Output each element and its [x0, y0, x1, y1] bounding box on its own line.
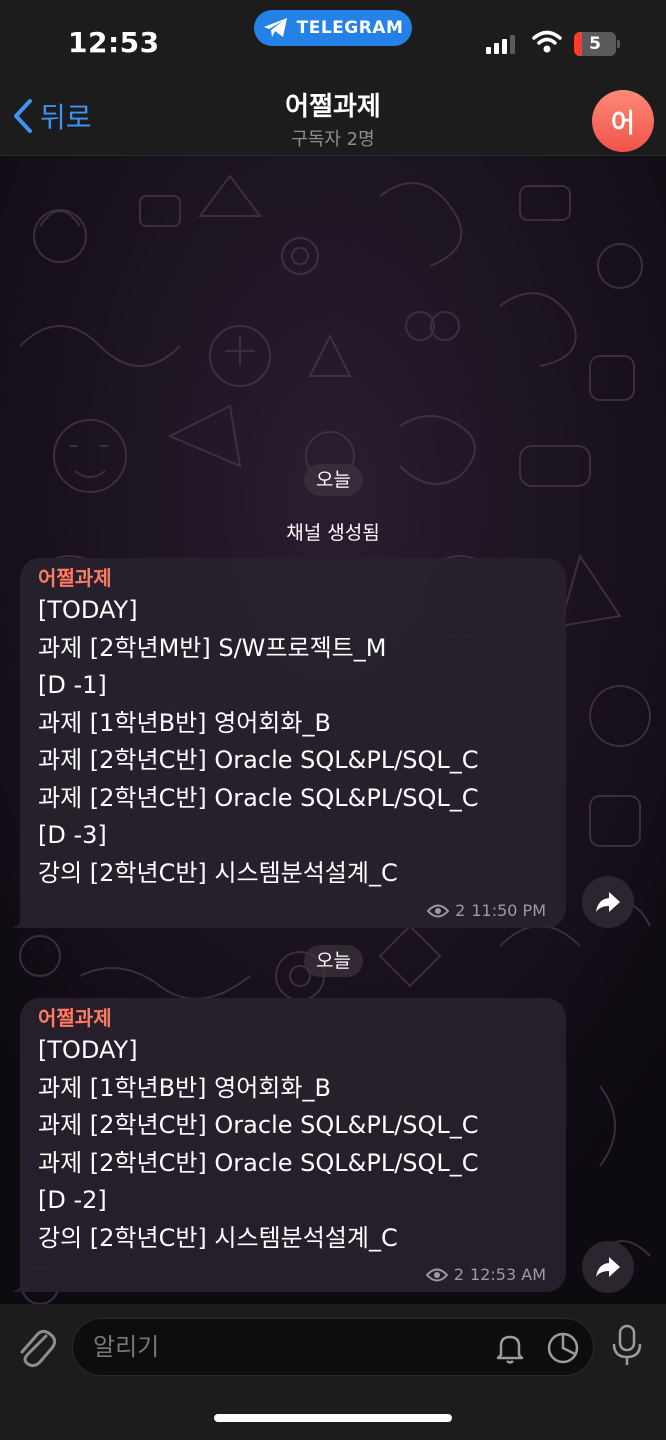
message-bubble[interactable]: 어쩔과제 [TODAY] 과제 [1학년B반] 영어회화_B 과제 [2학년C반…	[12, 998, 566, 1292]
telegram-pill-label: TELEGRAM	[296, 18, 404, 38]
message-line: 과제 [1학년B반] 영어회화_B	[38, 708, 331, 737]
message-meta: 2 12:53 AM	[425, 1265, 546, 1284]
share-arrow-icon	[596, 1257, 620, 1277]
broadcast-input[interactable]	[93, 1319, 473, 1375]
message-time: 12:53 AM	[470, 1265, 546, 1284]
chat-title-area[interactable]: 어쩔과제 구독자 2명	[183, 86, 483, 151]
status-bar: 12:53 TELEGRAM 5	[0, 0, 666, 80]
message-line: [D -3]	[38, 821, 107, 849]
message-line: [D -2]	[38, 1186, 107, 1214]
message-line: 강의 [2학년C반] 시스템분석설계_C	[38, 858, 398, 887]
home-indicator[interactable]	[214, 1414, 452, 1422]
message-bubble[interactable]: 어쩔과제 [TODAY] 과제 [2학년M반] S/W프로젝트_M [D -1]…	[12, 558, 566, 928]
chevron-left-icon	[14, 99, 32, 133]
message-line: [TODAY]	[38, 596, 138, 624]
message-line: 과제 [2학년C반] Oracle SQL&PL/SQL_C	[38, 1111, 479, 1139]
service-message: 채널 생성됨	[286, 522, 380, 544]
back-label: 뒤로	[40, 101, 92, 134]
channel-avatar[interactable]: 어	[592, 90, 654, 152]
bubble-tail	[12, 1276, 28, 1292]
message-sender: 어쩔과제	[38, 566, 112, 590]
view-count: 2	[455, 901, 466, 920]
message-sender: 어쩔과제	[38, 1006, 112, 1030]
eye-icon	[425, 1268, 448, 1281]
forward-button[interactable]	[582, 876, 634, 928]
message-line: 강의 [2학년C반] 시스템분석설계_C	[38, 1223, 398, 1252]
view-count: 2	[453, 1265, 465, 1284]
forward-button[interactable]	[582, 1241, 634, 1293]
message-line: 과제 [2학년C반] Oracle SQL&PL/SQL_C	[38, 746, 479, 774]
message-text: [TODAY] 과제 [2학년M반] S/W프로젝트_M [D -1] 과제 […	[38, 592, 548, 892]
wifi-icon	[532, 30, 562, 53]
message-line: [TODAY]	[38, 1036, 138, 1064]
telegram-return-pill[interactable]: TELEGRAM	[254, 10, 412, 46]
paper-plane-icon	[263, 18, 287, 37]
timer-icon[interactable]	[545, 1330, 581, 1366]
chat-title: 어쩔과제	[285, 92, 381, 122]
microphone-icon[interactable]	[610, 1324, 644, 1368]
clock: 12:53	[68, 26, 160, 59]
message-line: 과제 [2학년C반] Oracle SQL&PL/SQL_C	[38, 783, 479, 812]
battery-icon: 5	[574, 32, 620, 56]
message-line: 과제 [2학년M반] S/W프로젝트_M	[38, 633, 387, 662]
message-time: 11:50 PM	[471, 901, 546, 920]
subscriber-count: 구독자 2명	[291, 129, 375, 150]
eye-icon	[427, 904, 450, 917]
back-button[interactable]: 뒤로	[12, 96, 92, 136]
message-text: [TODAY] 과제 [1학년B반] 영어회화_B 과제 [2학년C반] Ora…	[38, 1032, 548, 1257]
date-separator: 오늘	[304, 464, 363, 496]
chat-header: 뒤로 어쩔과제 구독자 2명 어	[0, 80, 666, 156]
date-separator: 오늘	[304, 945, 363, 977]
message-field[interactable]	[72, 1318, 594, 1376]
bubble-tail	[12, 912, 28, 928]
bell-icon[interactable]	[493, 1331, 527, 1365]
battery-level: 5	[589, 34, 601, 54]
message-line: 과제 [1학년B반] 영어회화_B	[38, 1073, 331, 1102]
message-line: 과제 [2학년C반] Oracle SQL&PL/SQL_C	[38, 1148, 479, 1177]
paperclip-icon[interactable]	[16, 1322, 56, 1370]
chat-area[interactable]: 오늘 채널 생성됨 어쩔과제 [TODAY] 과제 [2학년M반] S/W프로젝…	[0, 156, 666, 1304]
message-meta: 2 11:50 PM	[427, 901, 546, 920]
share-arrow-icon	[596, 892, 620, 912]
message-line: [D -1]	[38, 671, 107, 699]
cellular-signal-icon	[486, 34, 515, 54]
